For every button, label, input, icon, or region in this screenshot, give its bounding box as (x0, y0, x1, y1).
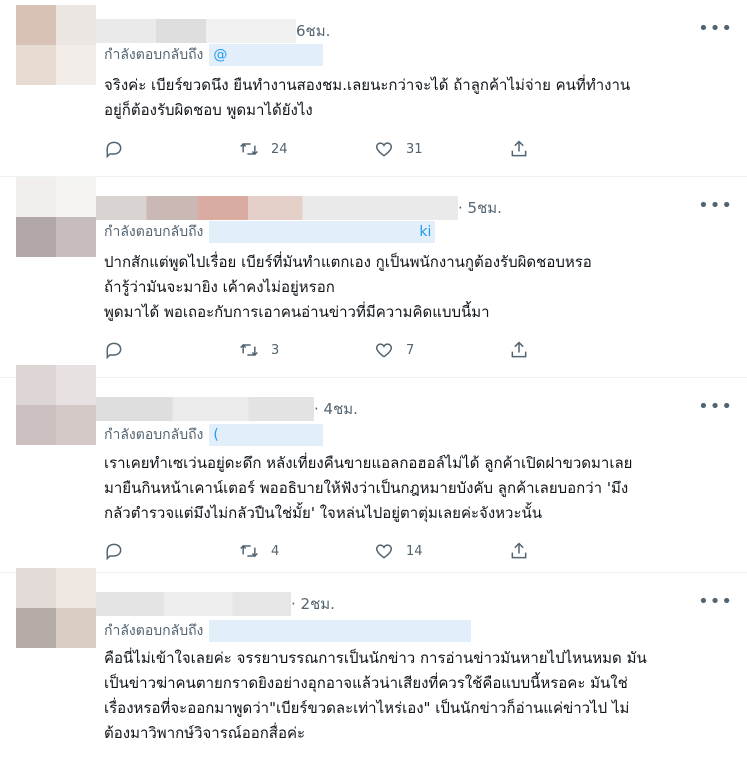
replying-to: กำลังตอบกลับถึง (104, 620, 472, 642)
tweet-actions: 3 7 (104, 340, 644, 360)
tweet-time[interactable]: · 4ชม. (314, 397, 358, 421)
reply-button[interactable] (104, 541, 239, 561)
reply-tweet[interactable]: · 4ชม. ••• กำลังตอบกลับถึง ( เราเคยทำเซเ… (0, 365, 747, 573)
author-name[interactable] (96, 196, 458, 220)
more-options-icon[interactable]: ••• (698, 18, 733, 39)
share-button[interactable] (509, 340, 644, 360)
more-options-icon[interactable]: ••• (698, 591, 733, 612)
retweet-icon (240, 343, 258, 357)
replying-to: กำลังตอบกลับถึง ( (104, 424, 324, 446)
retweet-count: 24 (271, 141, 288, 157)
tweet-text: คือนี่ไม่เข้าใจเลยค่ะ จรรยาบรรณการเป็นนั… (104, 646, 737, 746)
reply-handle[interactable]: ki (209, 221, 436, 243)
tweet-actions: 24 31 (104, 139, 644, 159)
reply-tweet[interactable]: 6ชม. ••• กำลังตอบกลับถึง @ จริงค่ะ เบียร… (0, 0, 747, 177)
replying-label: กำลังตอบกลับถึง (104, 47, 204, 63)
avatar[interactable] (16, 5, 96, 85)
share-icon (511, 542, 527, 559)
tweet-time[interactable]: · 5ชม. (458, 196, 502, 220)
reply-tweet[interactable]: · 5ชม. ••• กำลังตอบกลับถึง ki ปากสักแต่พ… (0, 177, 747, 378)
share-button[interactable] (509, 541, 644, 561)
retweet-button[interactable]: 3 (239, 340, 374, 360)
tweet-line: เราเคยทำเซเว่นอยู่ดะดึก หลังเที่ยงคืนขาย… (104, 454, 633, 472)
more-options-icon[interactable]: ••• (698, 396, 733, 417)
author-name[interactable] (96, 397, 314, 421)
reply-tweet[interactable]: · 2ชม. ••• กำลังตอบกลับถึง คือนี่ไม่เข้า… (0, 568, 747, 770)
author-name[interactable] (96, 19, 296, 43)
tweet-time[interactable]: · 2ชม. (291, 592, 335, 616)
share-button[interactable] (509, 139, 644, 159)
tweet-line: เป็นข่าวฆ่าคนตายกราดยิงอย่างอุกอาจแล้วน่… (104, 674, 628, 692)
replying-label: กำลังตอบกลับถึง (104, 623, 204, 639)
more-options-icon[interactable]: ••• (698, 195, 733, 216)
reply-icon (106, 141, 122, 159)
tweet-line: ปากสักแต่พูดไปเรื่อย เบียร์ที่มันทำแตกเอ… (104, 253, 592, 271)
reply-icon (106, 342, 122, 360)
tweet-line: เรื่องหรอที่จะออกมาพูดว่า"เบียร์ขวดละเท่… (104, 699, 630, 717)
tweet-line: กลัวตำรวจแต่มึงไม่กลัวปืนใช่มั้ย' ใจหล่น… (104, 504, 543, 522)
reply-icon (106, 543, 122, 561)
reply-button[interactable] (104, 340, 239, 360)
replying-label: กำลังตอบกลับถึง (104, 427, 204, 443)
replying-to: กำลังตอบกลับถึง ki (104, 221, 436, 243)
tweet-time[interactable]: 6ชม. (296, 19, 330, 43)
replying-to: กำลังตอบกลับถึง @ (104, 44, 324, 66)
share-icon (511, 341, 527, 358)
tweet-line: อยู่ก็ต้องรับผิดชอบ พูดมาได้ยังไง (104, 101, 313, 119)
reply-handle[interactable]: @ (209, 44, 324, 66)
tweet-line: จริงค่ะ เบียร์ขวดนึง ยืนทำงานสองชม.เลยนะ… (104, 76, 631, 94)
tweet-line: คือนี่ไม่เข้าใจเลยค่ะ จรรยาบรรณการเป็นนั… (104, 649, 647, 667)
like-count: 7 (406, 342, 415, 358)
tweet-header: · 5ชม. (96, 195, 502, 221)
reply-handle[interactable] (209, 620, 472, 642)
retweet-count: 4 (271, 543, 280, 559)
replying-label: กำลังตอบกลับถึง (104, 224, 204, 240)
heart-icon (375, 142, 393, 157)
tweet-header: · 2ชม. (96, 591, 335, 617)
tweet-text: ปากสักแต่พูดไปเรื่อย เบียร์ที่มันทำแตกเอ… (104, 250, 737, 325)
like-button[interactable]: 7 (374, 340, 509, 360)
heart-icon (375, 343, 393, 358)
tweet-header: 6ชม. (96, 18, 330, 44)
like-button[interactable]: 31 (374, 139, 509, 159)
heart-icon (375, 544, 393, 559)
like-count: 14 (406, 543, 423, 559)
retweet-button[interactable]: 24 (239, 139, 374, 159)
reply-button[interactable] (104, 139, 239, 159)
retweet-button[interactable]: 4 (239, 541, 374, 561)
retweet-count: 3 (271, 342, 280, 358)
tweet-header: · 4ชม. (96, 396, 358, 422)
tweet-line: พูดมาได้ พอเถอะกับการเอาคนอ่านข่าวที่มีค… (104, 303, 490, 321)
author-name[interactable] (96, 592, 291, 616)
like-count: 31 (406, 141, 423, 157)
retweet-icon (240, 142, 258, 156)
retweet-icon (240, 544, 258, 558)
tweet-actions: 4 14 (104, 541, 644, 561)
tweet-line: มายืนกินหน้าเคาน์เตอร์ พออธิบายให้ฟังว่า… (104, 479, 629, 497)
tweet-line: ถ้ารู้ว่ามันจะมายิง เค้าคงไม่อยู่หรอก (104, 278, 335, 296)
avatar[interactable] (16, 177, 96, 257)
reply-handle[interactable]: ( (209, 424, 324, 446)
tweet-line: ต้องมาวิพากษ์วิจารณ์ออกสื่อค่ะ (104, 724, 306, 742)
share-icon (511, 140, 527, 157)
avatar[interactable] (16, 365, 96, 445)
like-button[interactable]: 14 (374, 541, 509, 561)
tweet-text: เราเคยทำเซเว่นอยู่ดะดึก หลังเที่ยงคืนขาย… (104, 451, 737, 526)
avatar[interactable] (16, 568, 96, 648)
tweet-text: จริงค่ะ เบียร์ขวดนึง ยืนทำงานสองชม.เลยนะ… (104, 73, 737, 123)
